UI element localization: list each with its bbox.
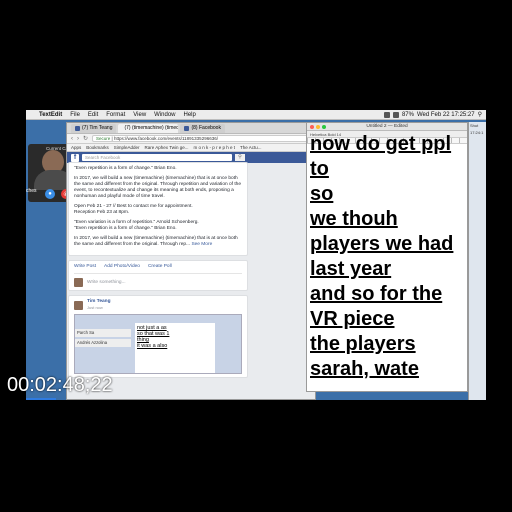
post-paragraph: "Even repetition is a form of change." B… (74, 166, 177, 171)
url-field[interactable]: Secure | https://www.facebook.com/events… (92, 135, 311, 142)
mic-icon[interactable]: ● (45, 189, 55, 199)
menu-help[interactable]: Help (180, 110, 200, 120)
doc-line: now do get ppl (310, 133, 452, 155)
post-paragraph: In 2017, we will build a new (timemachin… (74, 236, 238, 247)
create-poll-button[interactable]: Create Poll (148, 264, 172, 270)
menu-edit[interactable]: Edit (84, 110, 102, 120)
facebook-favicon-icon (184, 126, 190, 131)
search-icon[interactable]: ⚲ (235, 154, 245, 161)
post-paragraph: Open Feb 21 - 27 // Best to contact me f… (74, 204, 193, 215)
menu-view[interactable]: View (129, 110, 150, 120)
minimize-icon[interactable] (316, 125, 320, 129)
reload-icon[interactable]: ↻ (83, 135, 88, 142)
facebook-feed: "Even repetition is a form of change." B… (68, 162, 248, 382)
doc-line: players we had (310, 233, 454, 255)
volume-icon[interactable] (392, 111, 399, 118)
inner-name: Parch Sa (75, 329, 131, 337)
video-progress-bar (26, 398, 56, 400)
doc-line: the players (310, 333, 416, 355)
bookmark-monk[interactable]: m o n k - p r e p h e t (194, 145, 236, 150)
see-more-link[interactable]: See More (191, 242, 212, 247)
doc-line: we thouh (310, 208, 398, 230)
menu-window[interactable]: Window (150, 110, 179, 120)
composer-card: Write Post Add Photo/Video Create Poll W… (68, 260, 248, 291)
forward-icon[interactable]: › (77, 136, 79, 142)
post-paragraph: "Even variation is a form of repetition.… (74, 220, 199, 231)
facebook-search-input[interactable]: Search Facebook (82, 154, 232, 161)
inner-name: Andrés Azzolina (75, 339, 131, 347)
bookmark-bookmarks[interactable]: Bookmarks (86, 145, 109, 150)
url-text: https://www.facebook.com/events/11891335… (113, 136, 218, 141)
tab-tim-teang[interactable]: (7) Tim Teang (71, 124, 117, 133)
bookmarks-bar: Apps Bookmarks SimpleAdder Rare Aphex Tw… (67, 144, 315, 152)
feed-post-card: Tim Teang Just now Parch Sa Andrés Azzol… (68, 295, 248, 378)
menubar-clock[interactable]: Wed Feb 22 17:25:27 (417, 110, 475, 120)
menu-app-name[interactable]: TextEdit (35, 110, 66, 120)
doc-line: last year (310, 258, 392, 280)
bookmark-aphex[interactable]: Rare Aphex Twin ge... (145, 145, 189, 150)
background-window-label: Shut (470, 123, 479, 128)
facebook-logo-icon[interactable]: f (71, 153, 79, 162)
secure-label: Secure (96, 136, 111, 141)
doc-line: VR piece (310, 308, 395, 330)
inner-line: it was a also (137, 343, 168, 349)
facebook-favicon-icon (75, 126, 80, 131)
post-time[interactable]: Just now (87, 305, 111, 311)
background-window-label: 17:24:1 (470, 130, 484, 135)
side-label: ches (26, 188, 37, 194)
write-post-button[interactable]: Write Post (74, 264, 96, 270)
bookmark-actu[interactable]: The Actu... (240, 145, 262, 150)
tab-facebook[interactable]: (8) Facebook (180, 124, 225, 133)
address-bar-row: ‹ › ↻ Secure | https://www.facebook.com/… (67, 134, 315, 144)
add-photo-button[interactable]: Add Photo/Video (104, 264, 140, 270)
search-icon[interactable]: ⚲ (478, 110, 482, 120)
back-icon[interactable]: ‹ (71, 136, 73, 142)
post-paragraph: In 2017, we will build a new (timemachin… (74, 176, 242, 199)
doc-line: sarah, wate (310, 358, 419, 380)
wifi-icon[interactable] (383, 111, 390, 118)
zoom-icon[interactable] (322, 125, 326, 129)
bookmark-apps[interactable]: Apps (71, 145, 81, 150)
battery-percent[interactable]: 87% (402, 110, 414, 120)
event-description-card: "Even repetition is a form of change." B… (68, 162, 248, 256)
menu-file[interactable]: File (66, 110, 84, 120)
bookmark-simpleadder[interactable]: SimpleAdder (114, 145, 140, 150)
doc-line: and so for the (310, 283, 443, 305)
textedit-document[interactable]: now do get ppl to so we thouh players we… (307, 132, 467, 382)
textedit-title: Untitled 2 — Edited (366, 124, 408, 129)
avatar (74, 278, 83, 287)
tab-timemachine[interactable]: (7) (timemachine) (timecha... (118, 124, 179, 133)
browser-tabs: (7) Tim Teang (7) (timemachine) (timecha… (67, 123, 315, 134)
doc-line: so (310, 183, 334, 205)
doc-line: to (310, 158, 329, 180)
close-icon[interactable] (310, 125, 314, 129)
menu-format[interactable]: Format (102, 110, 129, 120)
mac-menubar: TextEdit File Edit Format View Window He… (26, 110, 486, 120)
post-screenshot-image[interactable]: Parch Sa Andrés Azzolina not just a as s… (74, 314, 242, 374)
video-timecode: 00:02:48;22 (7, 374, 113, 396)
desktop-screen: TextEdit File Edit Format View Window He… (26, 110, 486, 400)
composer-input[interactable]: Write something... (87, 280, 126, 286)
avatar[interactable] (74, 300, 83, 310)
background-window[interactable]: Shut 17:24:1 (468, 122, 486, 400)
textedit-window: Untitled 2 — Edited Helvetica Bold 14 no… (306, 122, 468, 392)
textedit-titlebar[interactable]: Untitled 2 — Edited (307, 123, 467, 131)
